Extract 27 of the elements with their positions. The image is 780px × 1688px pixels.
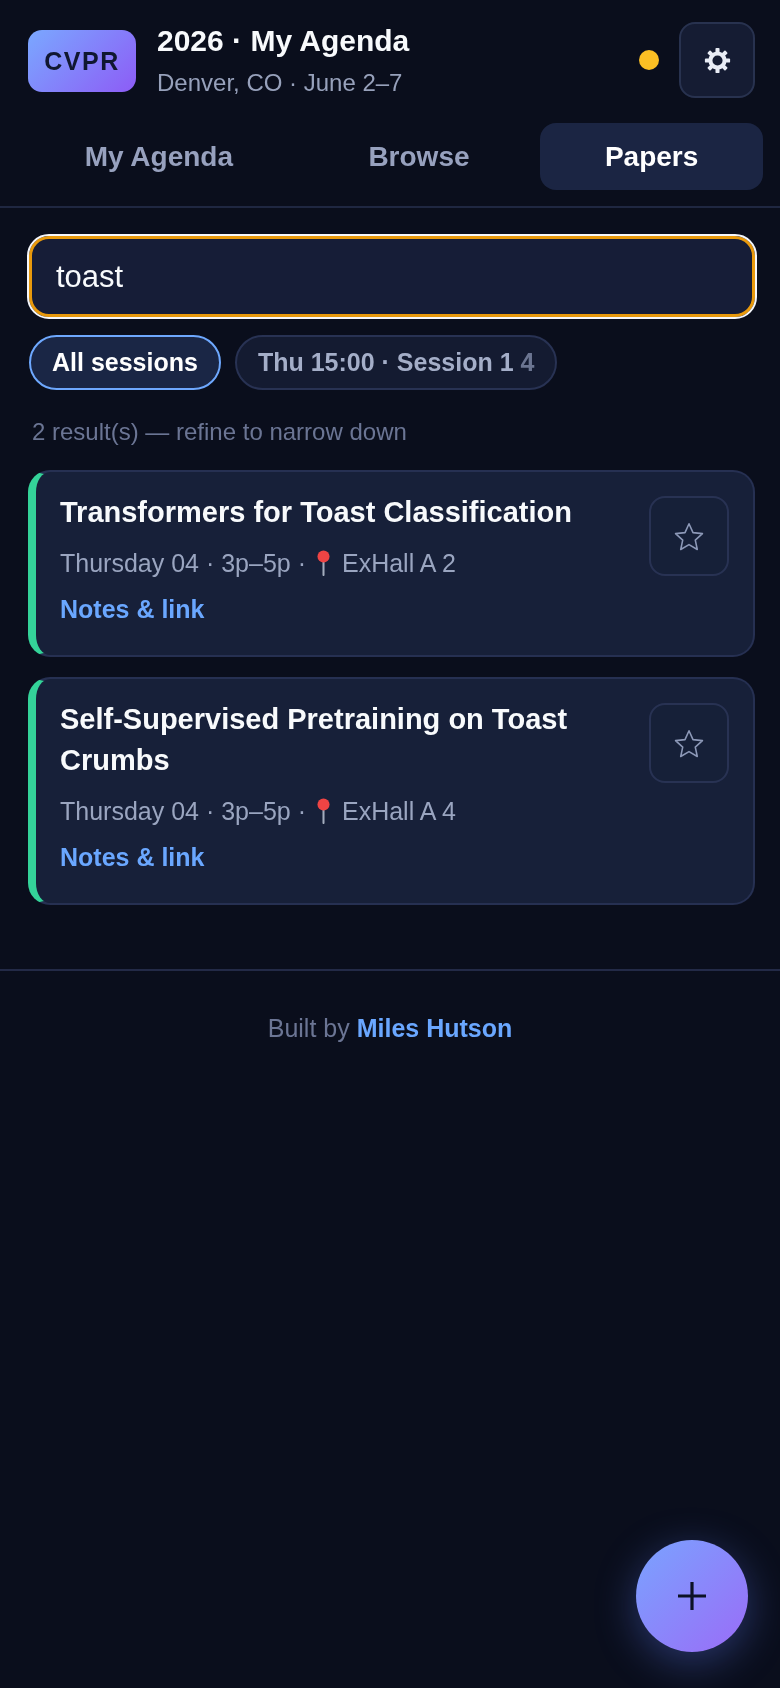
footer-credit: Built by Miles Hutson (266, 1013, 514, 1043)
room-name: ExHall A 2 (342, 548, 456, 579)
star-button[interactable] (649, 496, 729, 576)
session-filter-chip[interactable]: All sessions (29, 335, 221, 390)
plus-icon (677, 1581, 707, 1611)
conference-logo: CVPR (28, 30, 136, 92)
page-title: 2026 · My Agenda (157, 23, 410, 58)
star-button[interactable] (649, 703, 729, 783)
pin-icon (316, 798, 331, 824)
paper-title: Transformers for Toast Classification (60, 495, 573, 530)
paper-title: Self-Supervised Pretraining on Toast Crumbs (60, 702, 569, 778)
author-link[interactable]: Miles Hutson (356, 1014, 513, 1042)
pin-icon (316, 550, 331, 576)
notes-link[interactable]: Notes & link (60, 841, 205, 873)
nav-tab[interactable]: Papers (540, 123, 763, 190)
room-name: ExHall A 4 (342, 796, 456, 827)
nav-tab[interactable]: Browse (303, 123, 535, 190)
search-field[interactable]: toast (27, 234, 757, 319)
session-time: Thursday 04 · 3p–5p · (60, 796, 306, 827)
results-summary: 2 result(s) — refine to narrow down (32, 419, 408, 445)
settings-icon (703, 46, 731, 74)
notes-link[interactable]: Notes & link (60, 593, 205, 625)
nav-tab[interactable]: My Agenda (20, 123, 298, 190)
session-filter-chip[interactable]: Thu 15:00 · Session 1 4 (234, 335, 558, 390)
event-location-dates: Denver, CO · June 2–7 (157, 68, 404, 98)
settings-button[interactable] (679, 22, 755, 98)
session-time: Thursday 04 · 3p–5p · (60, 548, 306, 579)
